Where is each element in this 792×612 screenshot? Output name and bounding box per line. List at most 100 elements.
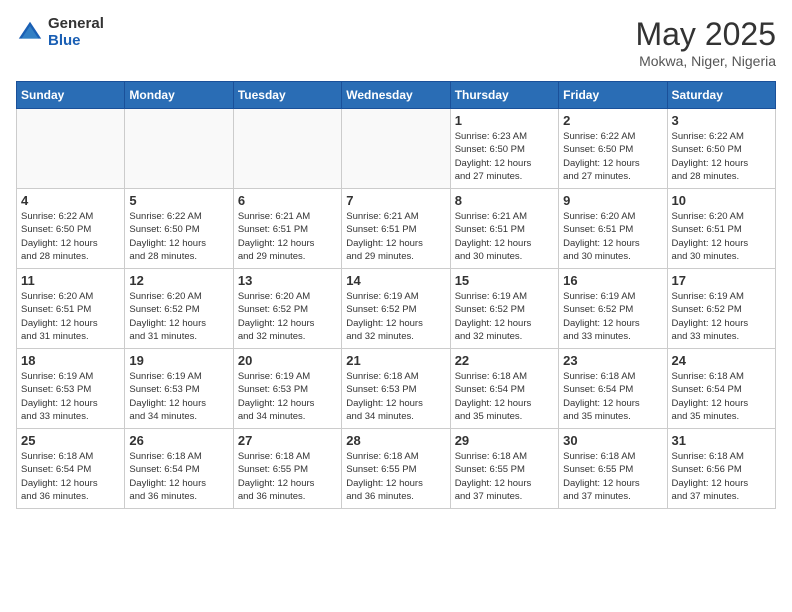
day-info: Sunrise: 6:22 AM Sunset: 6:50 PM Dayligh…: [672, 130, 771, 183]
day-info: Sunrise: 6:20 AM Sunset: 6:51 PM Dayligh…: [563, 210, 662, 263]
day-number: 6: [238, 193, 337, 208]
day-info: Sunrise: 6:19 AM Sunset: 6:52 PM Dayligh…: [563, 290, 662, 343]
page-header: General Blue May 2025 Mokwa, Niger, Nige…: [16, 16, 776, 69]
day-info: Sunrise: 6:18 AM Sunset: 6:54 PM Dayligh…: [672, 370, 771, 423]
day-header-tuesday: Tuesday: [233, 82, 341, 109]
header-row: SundayMondayTuesdayWednesdayThursdayFrid…: [17, 82, 776, 109]
day-info: Sunrise: 6:18 AM Sunset: 6:56 PM Dayligh…: [672, 450, 771, 503]
day-header-friday: Friday: [559, 82, 667, 109]
day-number: 24: [672, 353, 771, 368]
day-info: Sunrise: 6:18 AM Sunset: 6:54 PM Dayligh…: [563, 370, 662, 423]
day-cell: 10 Sunrise: 6:20 AM Sunset: 6:51 PM Dayli…: [667, 189, 775, 269]
day-info: Sunrise: 6:18 AM Sunset: 6:55 PM Dayligh…: [346, 450, 445, 503]
day-cell: 17Sunrise: 6:19 AM Sunset: 6:52 PM Dayli…: [667, 269, 775, 349]
logo: General Blue: [16, 16, 104, 49]
day-cell: 24 Sunrise: 6:18 AM Sunset: 6:54 PM Dayli…: [667, 349, 775, 429]
day-number: 18: [21, 353, 120, 368]
day-header-saturday: Saturday: [667, 82, 775, 109]
day-info: Sunrise: 6:18 AM Sunset: 6:55 PM Dayligh…: [238, 450, 337, 503]
day-info: Sunrise: 6:19 AM Sunset: 6:52 PM Dayligh…: [346, 290, 445, 343]
week-row-4: 25 Sunrise: 6:18 AM Sunset: 6:54 PM Dayli…: [17, 429, 776, 509]
location: Mokwa, Niger, Nigeria: [635, 53, 776, 69]
day-cell: 14 Sunrise: 6:19 AM Sunset: 6:52 PM Dayli…: [342, 269, 450, 349]
day-info: Sunrise: 6:20 AM Sunset: 6:52 PM Dayligh…: [129, 290, 228, 343]
day-info: Sunrise: 6:18 AM Sunset: 6:55 PM Dayligh…: [563, 450, 662, 503]
day-number: 8: [455, 193, 554, 208]
day-info: Sunrise: 6:22 AM Sunset: 6:50 PM Dayligh…: [21, 210, 120, 263]
day-info: Sunrise: 6:19 AM Sunset: 6:53 PM Dayligh…: [238, 370, 337, 423]
day-info: Sunrise: 6:21 AM Sunset: 6:51 PM Dayligh…: [455, 210, 554, 263]
day-cell: 8 Sunrise: 6:21 AM Sunset: 6:51 PM Daylig…: [450, 189, 558, 269]
day-cell: [125, 109, 233, 189]
day-cell: [233, 109, 341, 189]
day-cell: 11Sunrise: 6:20 AM Sunset: 6:51 PM Dayli…: [17, 269, 125, 349]
day-number: 30: [563, 433, 662, 448]
day-cell: 13Sunrise: 6:20 AM Sunset: 6:52 PM Dayli…: [233, 269, 341, 349]
day-cell: 19 Sunrise: 6:19 AM Sunset: 6:53 PM Dayli…: [125, 349, 233, 429]
day-info: Sunrise: 6:23 AM Sunset: 6:50 PM Dayligh…: [455, 130, 554, 183]
day-info: Sunrise: 6:22 AM Sunset: 6:50 PM Dayligh…: [563, 130, 662, 183]
day-info: Sunrise: 6:19 AM Sunset: 6:53 PM Dayligh…: [21, 370, 120, 423]
month-title: May 2025: [635, 16, 776, 53]
day-cell: 22 Sunrise: 6:18 AM Sunset: 6:54 PM Dayli…: [450, 349, 558, 429]
day-info: Sunrise: 6:18 AM Sunset: 6:53 PM Dayligh…: [346, 370, 445, 423]
day-number: 16: [563, 273, 662, 288]
day-number: 22: [455, 353, 554, 368]
day-number: 10: [672, 193, 771, 208]
day-cell: 18 Sunrise: 6:19 AM Sunset: 6:53 PM Dayli…: [17, 349, 125, 429]
day-number: 21: [346, 353, 445, 368]
week-row-3: 18 Sunrise: 6:19 AM Sunset: 6:53 PM Dayli…: [17, 349, 776, 429]
day-number: 5: [129, 193, 228, 208]
day-number: 12: [129, 273, 228, 288]
day-cell: 3Sunrise: 6:22 AM Sunset: 6:50 PM Daylig…: [667, 109, 775, 189]
day-info: Sunrise: 6:20 AM Sunset: 6:52 PM Dayligh…: [238, 290, 337, 343]
day-info: Sunrise: 6:21 AM Sunset: 6:51 PM Dayligh…: [238, 210, 337, 263]
day-info: Sunrise: 6:19 AM Sunset: 6:53 PM Dayligh…: [129, 370, 228, 423]
day-number: 23: [563, 353, 662, 368]
day-number: 25: [21, 433, 120, 448]
day-number: 20: [238, 353, 337, 368]
day-info: Sunrise: 6:19 AM Sunset: 6:52 PM Dayligh…: [672, 290, 771, 343]
day-header-sunday: Sunday: [17, 82, 125, 109]
week-row-1: 4Sunrise: 6:22 AM Sunset: 6:50 PM Daylig…: [17, 189, 776, 269]
day-number: 14: [346, 273, 445, 288]
day-info: Sunrise: 6:18 AM Sunset: 6:54 PM Dayligh…: [455, 370, 554, 423]
day-number: 19: [129, 353, 228, 368]
day-cell: 9 Sunrise: 6:20 AM Sunset: 6:51 PM Daylig…: [559, 189, 667, 269]
day-cell: 20 Sunrise: 6:19 AM Sunset: 6:53 PM Dayli…: [233, 349, 341, 429]
day-cell: 30 Sunrise: 6:18 AM Sunset: 6:55 PM Dayli…: [559, 429, 667, 509]
day-cell: 12 Sunrise: 6:20 AM Sunset: 6:52 PM Dayli…: [125, 269, 233, 349]
logo-icon: [16, 19, 44, 47]
day-header-monday: Monday: [125, 82, 233, 109]
week-row-0: 1 Sunrise: 6:23 AM Sunset: 6:50 PM Daylig…: [17, 109, 776, 189]
day-cell: 5 Sunrise: 6:22 AM Sunset: 6:50 PM Daylig…: [125, 189, 233, 269]
week-row-2: 11Sunrise: 6:20 AM Sunset: 6:51 PM Dayli…: [17, 269, 776, 349]
day-info: Sunrise: 6:21 AM Sunset: 6:51 PM Dayligh…: [346, 210, 445, 263]
logo-blue-text: Blue: [48, 33, 104, 50]
day-cell: 29 Sunrise: 6:18 AM Sunset: 6:55 PM Dayli…: [450, 429, 558, 509]
logo-text: General Blue: [48, 16, 104, 49]
day-info: Sunrise: 6:20 AM Sunset: 6:51 PM Dayligh…: [672, 210, 771, 263]
day-cell: 6 Sunrise: 6:21 AM Sunset: 6:51 PM Daylig…: [233, 189, 341, 269]
day-cell: 25 Sunrise: 6:18 AM Sunset: 6:54 PM Dayli…: [17, 429, 125, 509]
day-number: 9: [563, 193, 662, 208]
day-info: Sunrise: 6:18 AM Sunset: 6:54 PM Dayligh…: [21, 450, 120, 503]
day-info: Sunrise: 6:22 AM Sunset: 6:50 PM Dayligh…: [129, 210, 228, 263]
day-number: 1: [455, 113, 554, 128]
day-cell: 26 Sunrise: 6:18 AM Sunset: 6:54 PM Dayli…: [125, 429, 233, 509]
day-number: 11: [21, 273, 120, 288]
day-cell: 7Sunrise: 6:21 AM Sunset: 6:51 PM Daylig…: [342, 189, 450, 269]
day-cell: 1 Sunrise: 6:23 AM Sunset: 6:50 PM Daylig…: [450, 109, 558, 189]
day-number: 26: [129, 433, 228, 448]
day-cell: 2 Sunrise: 6:22 AM Sunset: 6:50 PM Daylig…: [559, 109, 667, 189]
day-cell: 23 Sunrise: 6:18 AM Sunset: 6:54 PM Dayli…: [559, 349, 667, 429]
day-number: 29: [455, 433, 554, 448]
day-cell: 31Sunrise: 6:18 AM Sunset: 6:56 PM Dayli…: [667, 429, 775, 509]
day-cell: 16 Sunrise: 6:19 AM Sunset: 6:52 PM Dayli…: [559, 269, 667, 349]
day-cell: [17, 109, 125, 189]
day-cell: [342, 109, 450, 189]
day-info: Sunrise: 6:18 AM Sunset: 6:55 PM Dayligh…: [455, 450, 554, 503]
day-number: 2: [563, 113, 662, 128]
day-cell: 28Sunrise: 6:18 AM Sunset: 6:55 PM Dayli…: [342, 429, 450, 509]
day-info: Sunrise: 6:18 AM Sunset: 6:54 PM Dayligh…: [129, 450, 228, 503]
